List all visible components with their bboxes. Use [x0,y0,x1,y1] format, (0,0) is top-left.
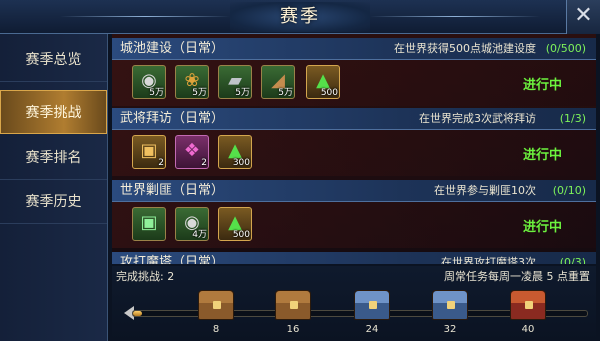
reward-iron[interactable]: ▰ 5万 [218,65,252,99]
sidebar: 赛季总览 赛季挑战 赛季排名 赛季历史 [0,34,108,341]
task-general-visit: 武将拜访（日常） 在世界完成3次武将拜访 (1/3) ▣ 2 ❖ 2 ▲ 300… [112,108,596,176]
task-bandit-suppression: 世界剿匪（日常） 在世界参与剿匪10次 (0/10) ▣ ◉ 4万 ▲ 500 … [112,180,596,248]
task-rewards-row: ▣ ◉ 4万 ▲ 500 进行中 [112,202,596,248]
task-progress: (0/3) [559,256,586,264]
reward-qty: 300 [232,158,250,168]
reward-qty: 500 [232,230,250,240]
title-ornament-right [370,16,540,17]
task-header: 武将拜访（日常） 在世界完成3次武将拜访 (1/3) [112,108,596,130]
sidebar-item-overview[interactable]: 赛季总览 [0,38,107,82]
milestone-value: 32 [443,324,457,335]
task-rewards-row: ▣ 2 ❖ 2 ▲ 300 进行中 [112,130,596,176]
milestone-chest-8[interactable] [198,290,234,320]
reward-gem-bag[interactable]: ❖ 2 [175,135,209,169]
task-demon-tower: 攻打魔塔（日常） 在世界攻打魔塔3次 (0/3) [112,252,596,264]
milestone-chest-16[interactable] [275,290,311,320]
task-status: 进行中 [522,220,562,235]
task-title: 世界剿匪（日常） [120,183,225,198]
milestone-value: 24 [365,324,379,335]
sidebar-item-label: 赛季总览 [25,52,82,68]
close-x-icon: ✕ [574,3,593,28]
task-description: 在世界完成3次武将拜访 [419,112,536,125]
reward-qty: 5万 [149,88,164,98]
milestone-chest-32[interactable] [432,290,468,320]
task-title: 武将拜访（日常） [120,111,225,126]
task-title: 攻打魔塔（日常） [120,255,225,264]
task-header: 城池建设（日常） 在世界获得500点城池建设度 (0/500) [112,38,596,60]
reward-qty: 5万 [235,88,250,98]
sidebar-item-label: 赛季挑战 [25,105,82,121]
task-status: 进行中 [522,148,562,163]
reward-gold-chest[interactable]: ▣ 2 [132,135,166,169]
progress-fill [133,311,143,316]
reward-exp[interactable]: ▲ 500 [218,207,252,241]
close-button[interactable]: ✕ [566,0,600,34]
milestone-value: 40 [521,324,535,335]
weekly-progress-panel: 完成挑战: 2 周常任务每周一凌晨 5 点重置 8 16 24 32 40 [112,266,596,341]
task-description: 在世界攻打魔塔3次 [441,256,536,264]
sidebar-item-label: 赛季历史 [25,194,82,210]
reward-qty: 2 [201,158,207,168]
green-chest-icon: ▣ [140,212,158,233]
task-city-building: 城池建设（日常） 在世界获得500点城池建设度 (0/500) ◉ 5万 ❀ 5… [112,38,596,106]
window-title: 赛季 [230,2,370,32]
reward-qty: 2 [158,158,164,168]
milestone-chest-24[interactable] [354,290,390,320]
reward-food[interactable]: ❀ 5万 [175,65,209,99]
reward-exp[interactable]: ▲ 300 [218,135,252,169]
reward-qty: 4万 [192,230,207,240]
title-ornament-left [60,16,230,17]
task-progress: (0/10) [552,184,586,197]
milestone-chest-40[interactable] [510,290,546,320]
milestone-value: 16 [286,324,300,335]
sidebar-item-label: 赛季排名 [25,150,82,166]
task-progress: (0/500) [545,42,586,55]
task-progress: (1/3) [559,112,586,125]
milestone-value: 8 [212,324,220,335]
reward-wood[interactable]: ◢ 5万 [261,65,295,99]
title-bar: 赛季 ✕ [0,0,600,34]
task-rewards-row: ◉ 5万 ❀ 5万 ▰ 5万 ◢ 5万 ▲ 500 进行中 [112,60,596,106]
reset-time-label: 周常任务每周一凌晨 5 点重置 [444,270,590,283]
sidebar-item-challenge[interactable]: 赛季挑战 [0,90,107,134]
task-header: 世界剿匪（日常） 在世界参与剿匪10次 (0/10) [112,180,596,202]
reward-qty: 5万 [192,88,207,98]
sidebar-item-ranking[interactable]: 赛季排名 [0,136,107,180]
task-status: 进行中 [522,78,562,93]
task-description: 在世界参与剿匪10次 [434,184,536,197]
reward-silver[interactable]: ◉ 4万 [175,207,209,241]
task-title: 城池建设（日常） [120,41,225,56]
reward-qty: 500 [320,88,338,98]
reward-qty: 5万 [278,88,293,98]
reward-silver[interactable]: ◉ 5万 [132,65,166,99]
completed-challenges-label: 完成挑战: 2 [116,270,175,283]
task-list[interactable]: 城池建设（日常） 在世界获得500点城池建设度 (0/500) ◉ 5万 ❀ 5… [112,34,596,264]
reward-exp[interactable]: ▲ 500 [306,65,340,99]
task-description: 在世界获得500点城池建设度 [394,42,536,55]
reward-green-chest[interactable]: ▣ [132,207,166,241]
task-header: 攻打魔塔（日常） 在世界攻打魔塔3次 (0/3) [112,252,596,264]
sidebar-item-history[interactable]: 赛季历史 [0,180,107,224]
